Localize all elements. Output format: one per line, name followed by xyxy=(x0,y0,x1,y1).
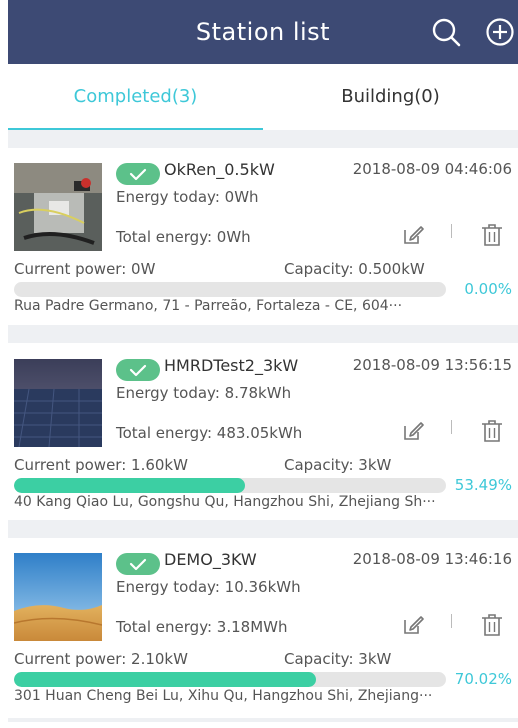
trash-icon[interactable] xyxy=(481,613,503,637)
progress-bar xyxy=(14,282,446,297)
energy-today: Energy today: 0Wh xyxy=(116,188,259,206)
progress-percent: 0.00% xyxy=(464,280,512,298)
station-card[interactable]: OkRen_0.5kW 2018-08-09 04:46:06 Energy t… xyxy=(8,148,518,338)
edit-icon[interactable] xyxy=(402,420,424,442)
station-name[interactable]: DEMO_3KW xyxy=(164,550,257,569)
station-card[interactable]: HMRDTest2_3kW 2018-08-09 13:56:15 Energy… xyxy=(8,344,518,534)
station-date: 2018-08-09 04:46:06 xyxy=(352,160,512,178)
capacity: Capacity: 3kW xyxy=(284,650,392,668)
progress-percent: 53.49% xyxy=(454,476,512,494)
add-circle-icon[interactable] xyxy=(484,16,516,48)
energy-today: Energy today: 10.36kWh xyxy=(116,578,301,596)
action-separator xyxy=(451,614,452,628)
station-thumbnail-image xyxy=(14,359,102,447)
current-power: Current power: 2.10kW xyxy=(14,650,188,668)
divider xyxy=(8,718,518,722)
tab-completed[interactable]: Completed(3) xyxy=(8,64,263,130)
station-address: 40 Kang Qiao Lu, Gongshu Qu, Hangzhou Sh… xyxy=(14,494,436,510)
capacity: Capacity: 3kW xyxy=(284,456,392,474)
current-power: Current power: 1.60kW xyxy=(14,456,188,474)
progress-fill xyxy=(14,478,246,493)
trash-icon[interactable] xyxy=(481,419,503,443)
progress-bar xyxy=(14,478,446,493)
progress-fill xyxy=(14,672,317,687)
energy-today: Energy today: 8.78kWh xyxy=(116,384,292,402)
station-thumbnail-image xyxy=(14,163,102,251)
divider xyxy=(8,325,518,343)
station-date: 2018-08-09 13:46:16 xyxy=(352,550,512,568)
edit-icon[interactable] xyxy=(402,614,424,636)
station-name[interactable]: OkRen_0.5kW xyxy=(164,160,275,179)
app-header: Station list xyxy=(8,0,518,64)
station-address: Rua Padre Germano, 71 - Parreão, Fortale… xyxy=(14,298,403,314)
search-icon[interactable] xyxy=(430,16,462,48)
station-date: 2018-08-09 13:56:15 xyxy=(352,356,512,374)
online-check-icon xyxy=(116,163,160,185)
current-power: Current power: 0W xyxy=(14,260,156,278)
action-separator xyxy=(451,224,452,238)
tab-bar: Completed(3) Building(0) xyxy=(8,64,518,130)
edit-icon[interactable] xyxy=(402,224,424,246)
divider xyxy=(8,130,518,148)
online-check-icon xyxy=(116,359,160,381)
station-name[interactable]: HMRDTest2_3kW xyxy=(164,356,298,375)
trash-icon[interactable] xyxy=(481,223,503,247)
progress-percent: 70.02% xyxy=(454,670,512,688)
total-energy: Total energy: 483.05kWh xyxy=(116,424,303,442)
online-check-icon xyxy=(116,553,160,575)
action-separator xyxy=(451,420,452,434)
tab-building[interactable]: Building(0) xyxy=(263,64,518,130)
progress-bar xyxy=(14,672,446,687)
station-address: 301 Huan Cheng Bei Lu, Xihu Qu, Hangzhou… xyxy=(14,688,433,704)
total-energy: Total energy: 0Wh xyxy=(116,228,251,246)
station-card[interactable]: DEMO_3KW 2018-08-09 13:46:16 Energy toda… xyxy=(8,538,518,728)
station-thumbnail-image xyxy=(14,553,102,641)
capacity: Capacity: 0.500kW xyxy=(284,260,425,278)
total-energy: Total energy: 3.18MWh xyxy=(116,618,288,636)
divider xyxy=(8,520,518,538)
